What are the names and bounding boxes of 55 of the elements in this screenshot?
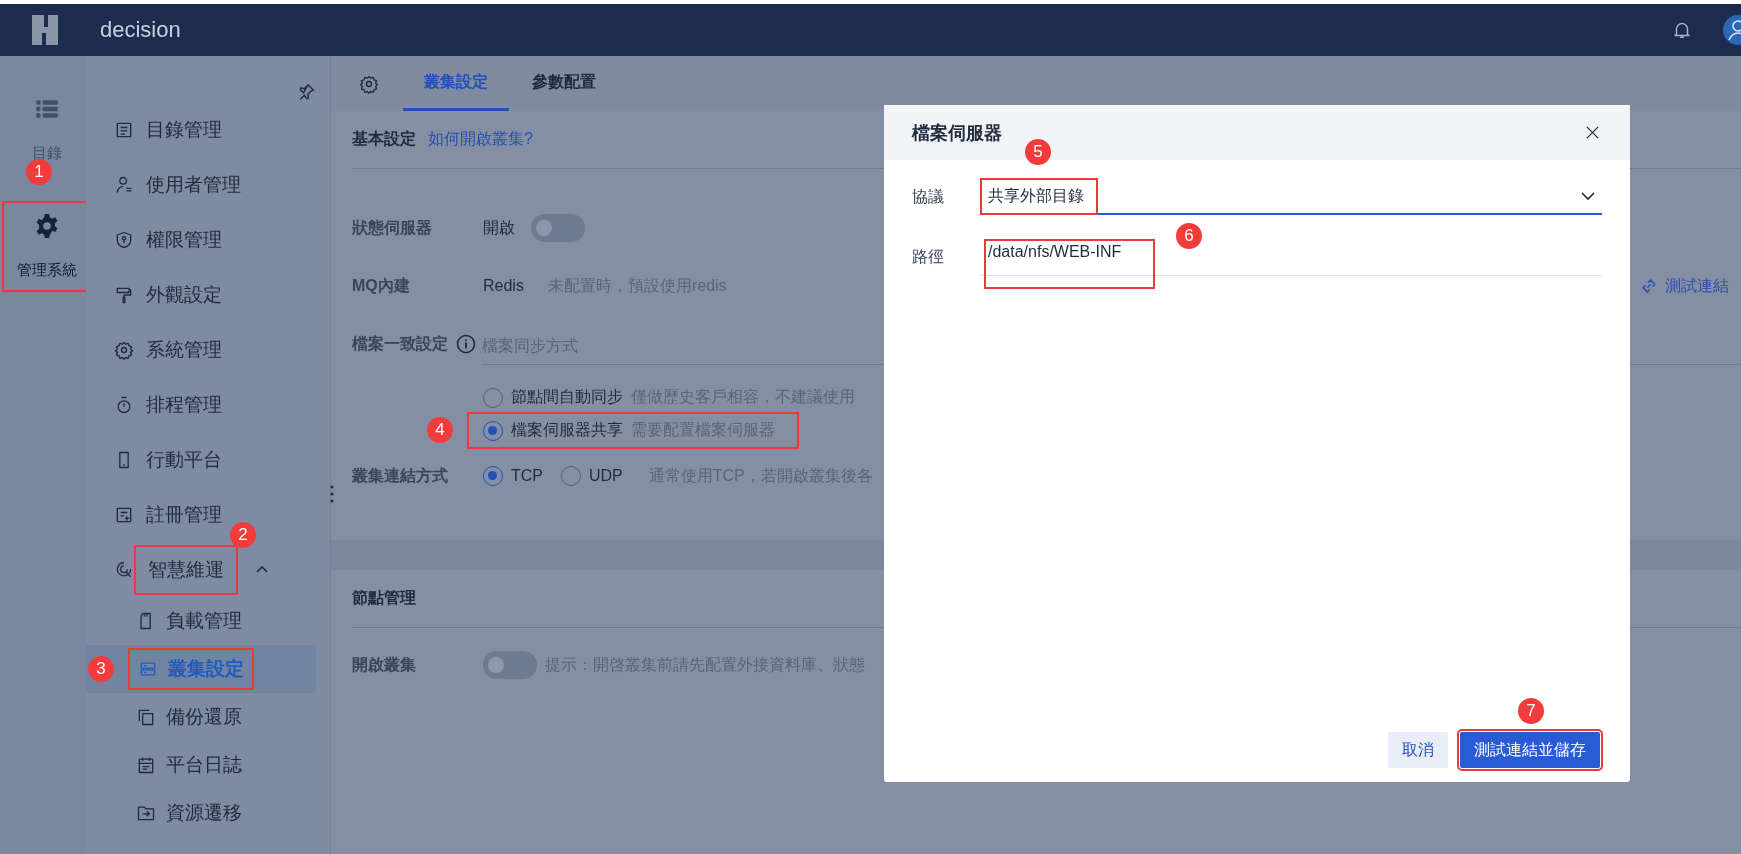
field-label: MQ內建 [352, 275, 411, 296]
select-field[interactable]: 共享外部目錄 [980, 179, 1602, 215]
field-label: 檔案一致設定 [352, 333, 448, 354]
sidebar-subitem[interactable]: 平台日誌 [86, 741, 316, 789]
step-badge: 7 [1518, 698, 1544, 724]
sidebar-item[interactable]: 目錄管理 [86, 102, 238, 157]
test-connection-link[interactable]: 測試連結 [1665, 275, 1729, 297]
step-badge: 4 [427, 417, 453, 443]
cancel-button[interactable]: 取消 [1388, 732, 1448, 768]
option-label: UDP [589, 467, 623, 485]
option-label: 節點間自動同步 [511, 387, 623, 407]
step-badge: 1 [26, 159, 52, 185]
sidebar-item[interactable]: 排程管理 [86, 377, 238, 432]
toggle-label: 開啟 [483, 217, 515, 238]
close-icon[interactable] [1585, 125, 1600, 140]
sidebar-item[interactable]: 行動平台 [86, 432, 238, 487]
dialog-title: 檔案伺服器 [912, 121, 1002, 145]
field-label: 狀態伺服器 [352, 217, 433, 238]
user-icon [114, 174, 134, 195]
toggle-switch[interactable] [483, 651, 537, 679]
radio-button[interactable] [483, 420, 503, 441]
section-title: 基本設定 [352, 129, 416, 149]
option-label: 檔案伺服器共享 [511, 420, 623, 440]
step-badge: 2 [230, 522, 256, 548]
help-link[interactable]: 如何開啟叢集? [428, 129, 533, 150]
field-label: 協議 [912, 186, 945, 207]
section-title: 節點管理 [352, 588, 416, 608]
step-badge: 6 [1176, 223, 1202, 249]
calendar-icon [136, 755, 156, 775]
sidebar-item[interactable]: 系統管理 [86, 322, 238, 377]
save-button[interactable]: 測試連結並儲存 [1460, 732, 1600, 768]
copy-icon [136, 707, 156, 727]
gear-icon [114, 339, 134, 360]
pin-icon[interactable] [296, 82, 316, 102]
field-value: Redis [483, 277, 524, 295]
option-label: TCP [511, 467, 543, 485]
field-label: 開啟叢集 [352, 654, 417, 675]
drag-handle-icon[interactable] [329, 484, 335, 504]
settings-icon[interactable] [359, 73, 379, 94]
sidebar-item[interactable]: 使用者管理 [86, 157, 257, 212]
tab[interactable]: 參數配置 [511, 56, 617, 111]
rail-item[interactable]: 管理系統 [14, 213, 80, 280]
sidebar-item[interactable]: 外觀設定 [86, 267, 238, 322]
sidebar-subitem[interactable]: 備份還原 [86, 693, 316, 741]
shield-icon [114, 229, 134, 250]
sidebar-item[interactable]: 權限管理 [86, 212, 238, 267]
app-name: decision [100, 17, 181, 43]
link-icon[interactable] [1639, 276, 1659, 296]
toggle-switch[interactable] [531, 214, 585, 242]
gear-icon [34, 213, 60, 239]
info-icon [456, 334, 476, 354]
field-label: 叢集連結方式 [352, 465, 449, 486]
sidebar-subitem[interactable]: 負載管理 [86, 597, 316, 645]
sidebar-subitem[interactable]: 資源遷移 [86, 789, 316, 837]
field-label: 路徑 [912, 246, 945, 267]
